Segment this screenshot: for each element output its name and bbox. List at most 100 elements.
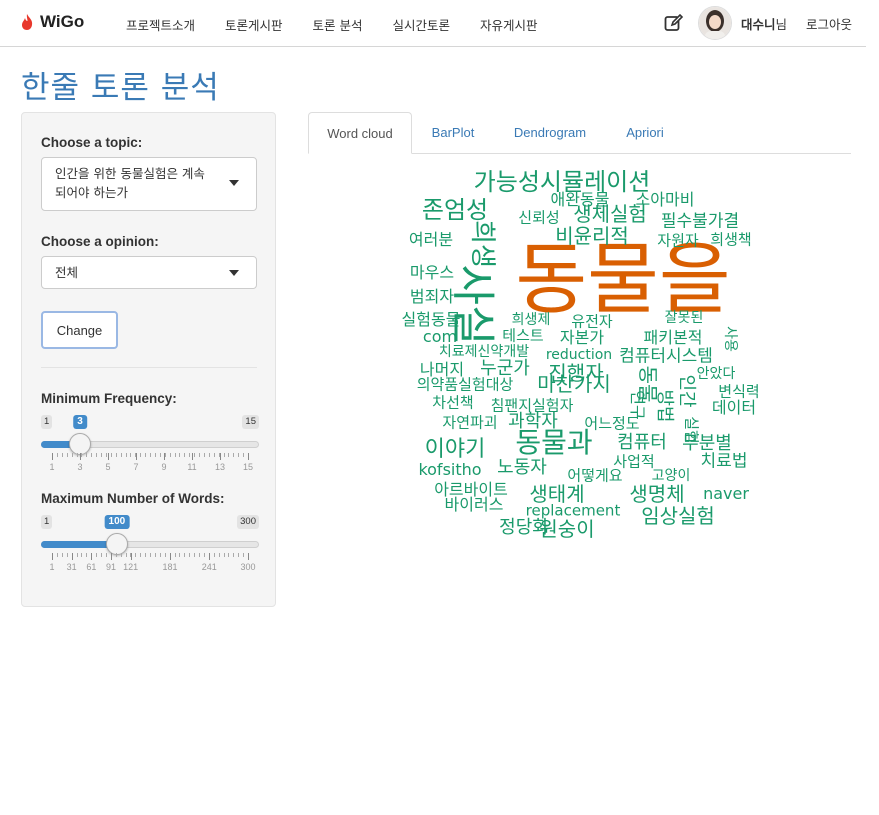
wordcloud-word: 사용 [722, 326, 738, 352]
slider-tick [130, 453, 132, 457]
slider-tick [223, 453, 225, 457]
user-area: 대수니 님 로그아웃 [663, 6, 852, 40]
tab-apriori[interactable]: Apriori [613, 112, 677, 153]
brand-logo[interactable]: WiGo [20, 12, 84, 32]
wordcloud-word: 생태계 [529, 482, 585, 506]
slider-tick [91, 453, 93, 457]
max-words-label: Maximum Number of Words: [41, 491, 225, 506]
slider-major-tick [52, 453, 53, 460]
wordcloud-word: 비윤리적 [555, 224, 629, 248]
slider-tick-label: 91 [105, 562, 116, 572]
wordcloud-word: 아르바이트 [434, 480, 508, 499]
slider-tick [243, 453, 245, 457]
slider-tick [203, 453, 205, 457]
nav-link-project[interactable]: 프로젝트소개 [126, 15, 195, 34]
slider-tick [81, 453, 83, 457]
slider-major-tick [91, 553, 93, 560]
slider-tick [199, 453, 200, 457]
slider-handle[interactable] [105, 533, 128, 555]
slider-tick [184, 453, 186, 457]
slider-major-tick [130, 553, 132, 560]
slider-tick [150, 553, 151, 557]
slider-tick [154, 453, 156, 457]
nav-link-live-debate[interactable]: 실시간토론 [393, 15, 451, 34]
slider-tick [184, 553, 186, 557]
slider-major-tick [248, 553, 249, 560]
wordcloud-word: 테스트 [502, 326, 544, 345]
min-frequency-label: Minimum Frequency: [41, 391, 177, 406]
nav-link-debate-board[interactable]: 토론게시판 [225, 15, 283, 34]
slider-tick [86, 453, 88, 457]
wordcloud-word: 존엄성 [421, 196, 489, 224]
wordcloud-word: replacement [525, 501, 621, 520]
brand-name: WiGo [40, 12, 85, 31]
change-button[interactable]: Change [41, 311, 118, 349]
slider-tick [228, 553, 230, 557]
wordcloud-word: 이야기 [424, 437, 486, 462]
slider-major-tick [136, 453, 137, 460]
topic-select-line1: 인간을 위한 동물실험은 계속 [55, 166, 205, 181]
wordcloud-word: 연구 [628, 390, 647, 420]
wordcloud-word: 노동자 [497, 457, 547, 478]
wordcloud-word: 동물과 [515, 426, 593, 459]
slider-tick [213, 453, 215, 457]
slider-tick-label: 9 [161, 462, 167, 472]
slider-tick [218, 553, 220, 557]
tab-word-cloud[interactable]: Word cloud [308, 112, 412, 154]
logout-link[interactable]: 로그아웃 [806, 14, 852, 33]
slider-tick [110, 453, 112, 457]
opinion-select[interactable]: 전체 [41, 256, 257, 289]
chevron-down-icon [229, 180, 239, 186]
wordcloud-word: 어느정도 [584, 414, 640, 433]
wordcloud-word: 방법 [654, 389, 675, 423]
slider-major-tick [169, 553, 171, 560]
slider-tick [96, 453, 98, 457]
wordcloud-word: 자연파괴 [442, 413, 498, 432]
slider-max-label: 15 [242, 415, 259, 429]
slider-tick-label: 181 [162, 562, 178, 572]
wordcloud-word: 컴퓨터 [617, 432, 667, 453]
opinion-select-value: 전체 [55, 265, 79, 280]
wordcloud-word: 동물 [636, 365, 660, 403]
slider-tick [145, 453, 147, 457]
nav-link-debate-analysis[interactable]: 토론 분석 [313, 15, 363, 34]
wordcloud-word: 임상실험 [641, 504, 715, 528]
slider-major-tick [220, 453, 221, 460]
slider-tick [174, 453, 176, 457]
slider-tick-label: 300 [240, 562, 256, 572]
wordcloud-word: 정당화 [499, 517, 549, 538]
chevron-down-icon [229, 270, 239, 276]
max-words-slider[interactable]: 1 300 100 1 31 61 91 121 181 241 300 [41, 515, 259, 585]
slider-tick [179, 453, 181, 457]
tab-barplot[interactable]: BarPlot [418, 112, 488, 153]
slider-tick [228, 453, 230, 457]
wordcloud-word: 원숭이 [539, 517, 595, 541]
slider-tick [140, 553, 142, 557]
wordcloud-word: 치료제신약개발 [438, 344, 530, 360]
slider-handle[interactable] [69, 433, 91, 455]
top-navbar: WiGo 프로젝트소개 토론게시판 토론 분석 실시간토론 자유게시판 대수니 … [0, 0, 866, 47]
wordcloud-word: 어떻게요 [567, 466, 623, 485]
nav-link-free-board[interactable]: 자유게시판 [480, 15, 538, 34]
slider-tick [105, 553, 107, 557]
control-panel: Choose a topic: 인간을 위한 동물실험은 계속 되어야 하는가 … [21, 112, 276, 607]
slider-tick [125, 553, 127, 557]
wordcloud-word: 희생 [467, 220, 497, 268]
slider-tick [238, 453, 240, 457]
edit-icon[interactable] [663, 12, 685, 34]
avatar[interactable] [697, 6, 732, 40]
wordcloud-word: 의약품실험대상 [416, 375, 514, 394]
slider-tick-label: 31 [66, 562, 77, 572]
wordcloud-word: 필수불가결 [660, 211, 740, 232]
slider-major-tick [52, 553, 53, 560]
tab-dendrogram[interactable]: Dendrogram [498, 112, 602, 153]
slider-tick [233, 553, 235, 557]
wordcloud-word: 진행자 [548, 361, 604, 385]
topic-select[interactable]: 인간을 위한 동물실험은 계속 되어야 하는가 [41, 157, 257, 211]
min-frequency-slider[interactable]: 1 15 3 1 3 5 7 9 11 13 15 [41, 415, 259, 485]
slider-tick-label: 11 [187, 462, 197, 472]
slider-tick [164, 553, 166, 557]
wordcloud-word: 범죄자 [409, 287, 455, 306]
slider-tick [145, 553, 147, 557]
slider-tick [213, 553, 215, 557]
